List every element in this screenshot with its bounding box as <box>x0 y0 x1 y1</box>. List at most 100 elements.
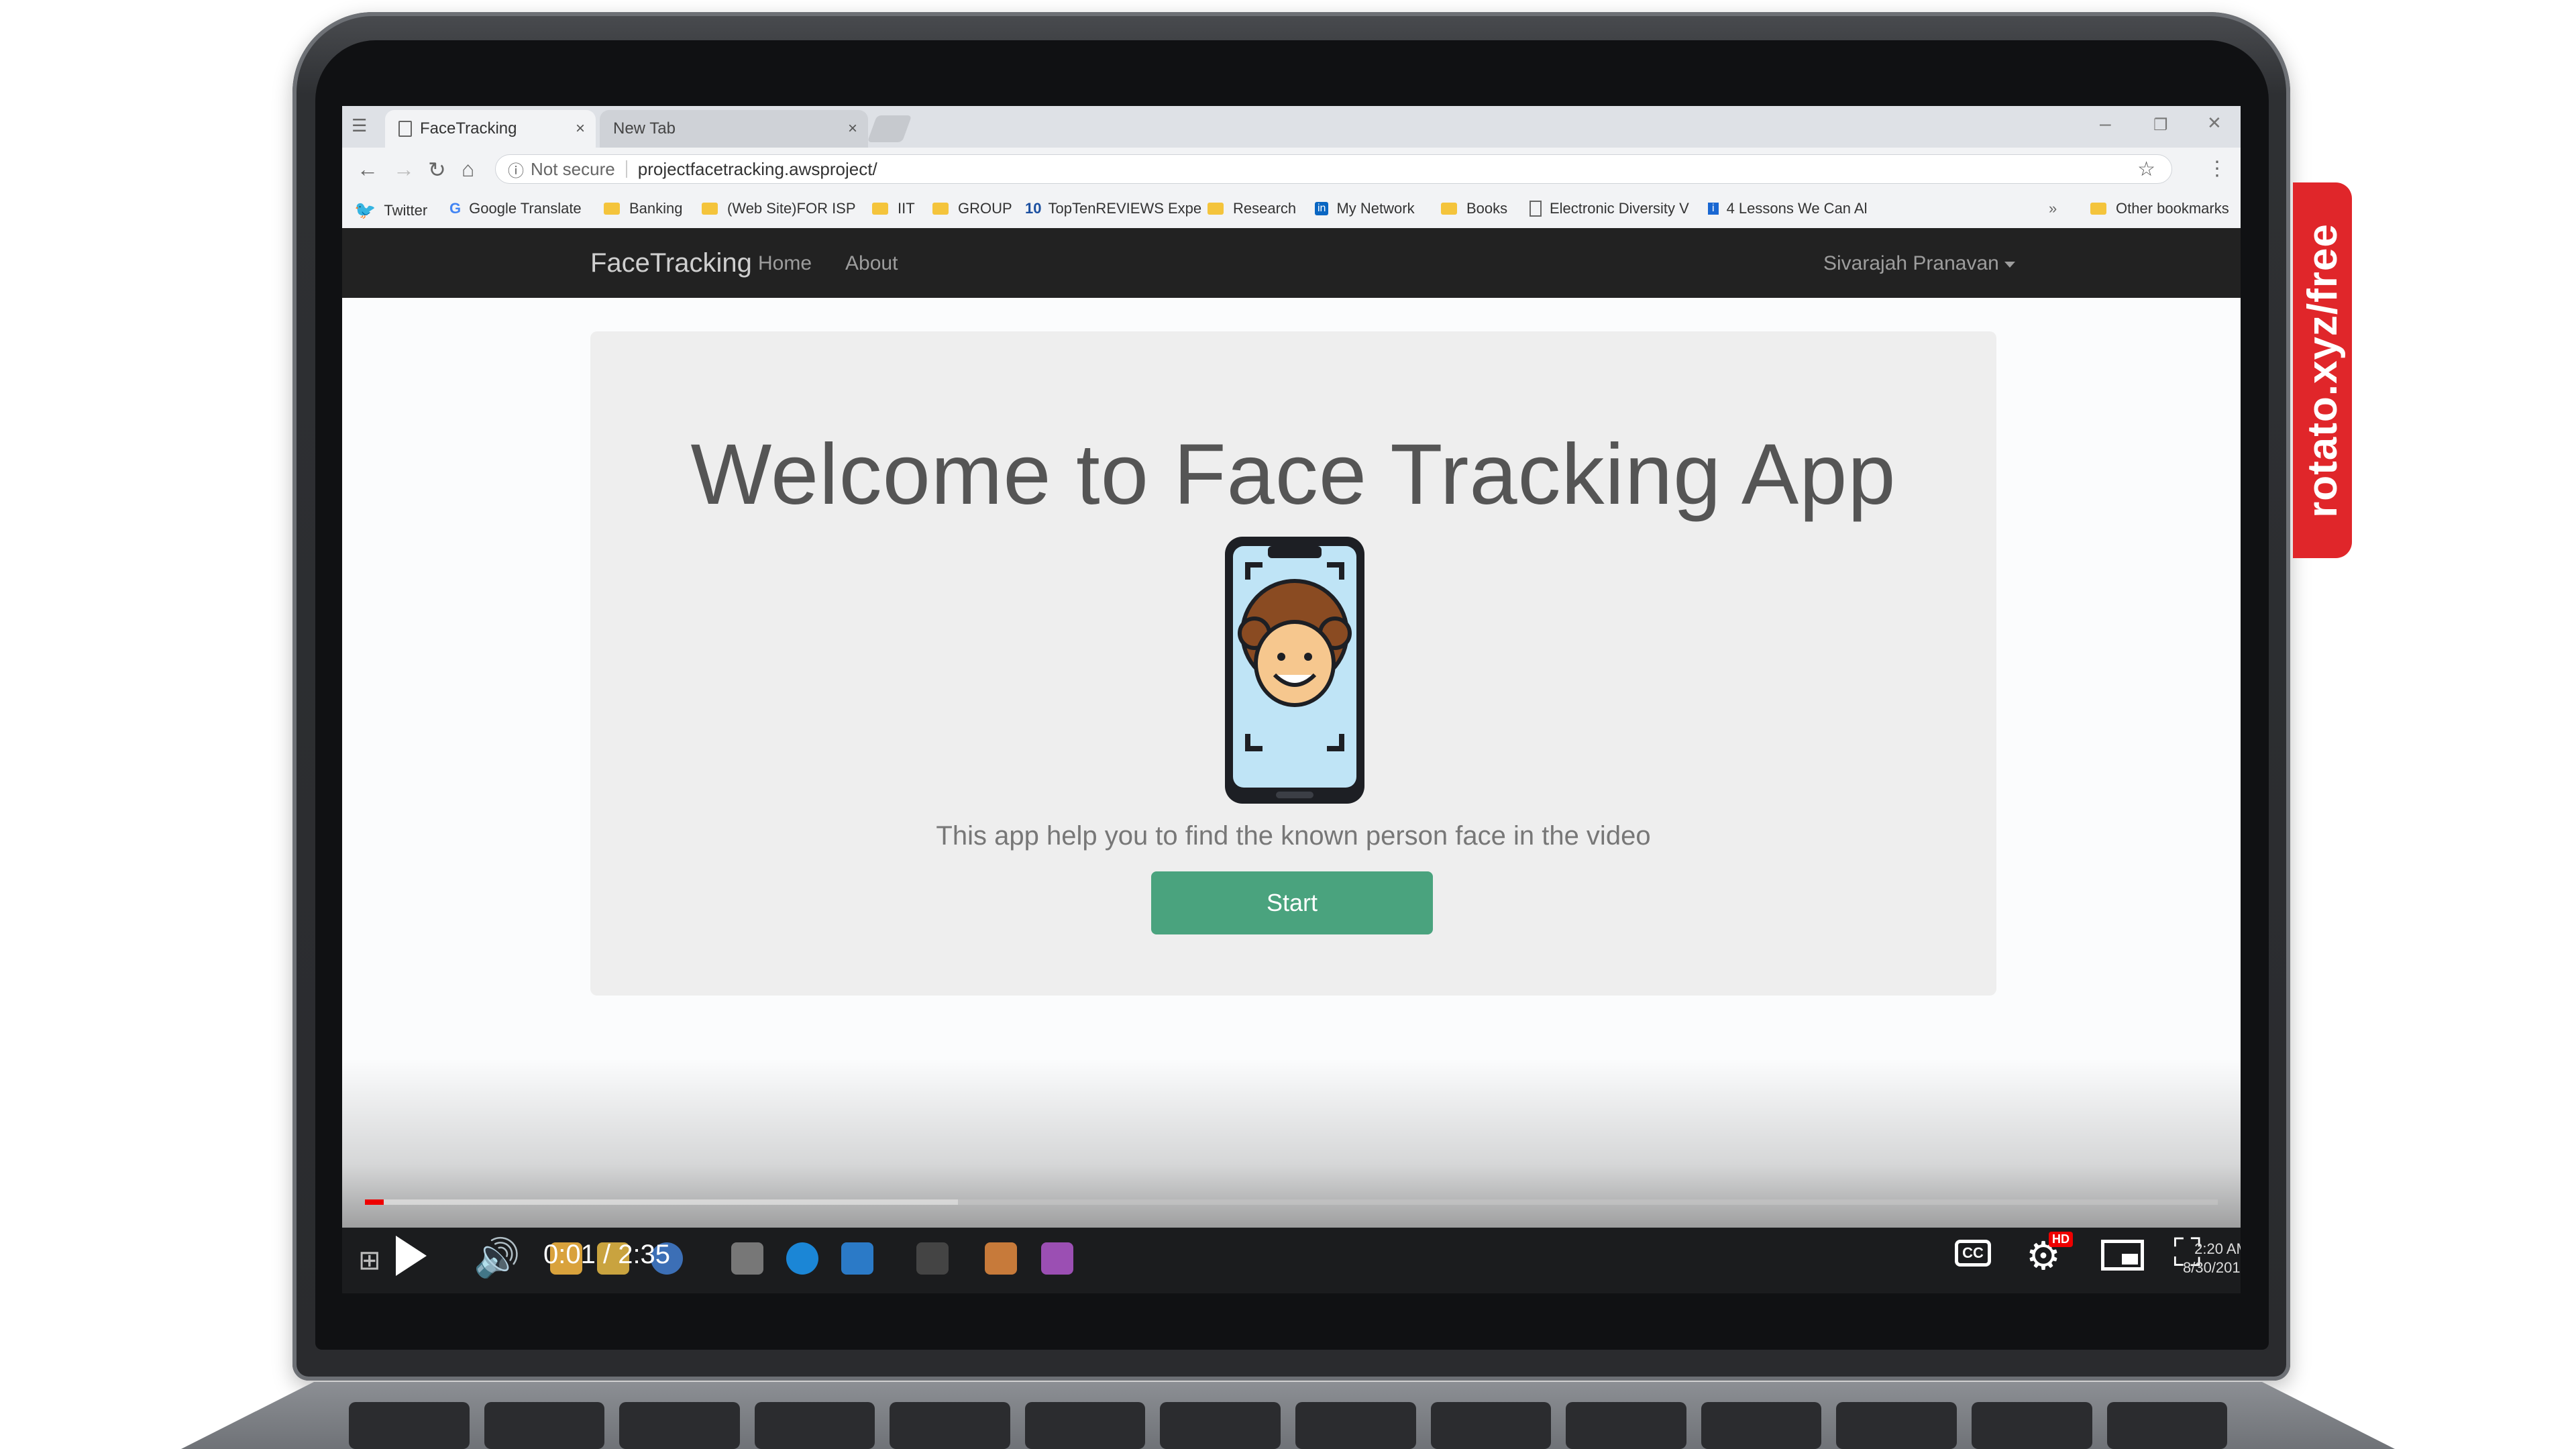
info-icon[interactable]: ⓘ <box>508 158 524 181</box>
volume-icon[interactable]: 🔊 <box>474 1236 521 1280</box>
key <box>1566 1402 1686 1449</box>
bookmark-label: (Web Site)FOR ISP <box>727 200 856 217</box>
bookmark-label: Other bookmarks <box>2116 200 2229 217</box>
bookmark-electronic-diversity[interactable]: Electronic Diversity V <box>1529 200 1689 217</box>
user-name: Sivarajah Pranavan <box>1823 252 1999 274</box>
page-subtitle: This app help you to find the known pers… <box>936 821 1651 851</box>
key <box>619 1402 740 1449</box>
vscode-icon[interactable] <box>841 1242 873 1275</box>
clock-date: 8/30/2018 <box>2183 1259 2241 1276</box>
bookmark-google-translate[interactable]: G Google Translate <box>449 200 582 217</box>
bookmark-label: Books <box>1466 200 1508 217</box>
start-button[interactable]: Start <box>1151 871 1433 934</box>
tab-close-icon[interactable]: × <box>576 119 585 138</box>
site-brand[interactable]: FaceTracking <box>590 248 752 278</box>
mail-icon[interactable] <box>731 1242 763 1275</box>
bookmark-books[interactable]: Books <box>1441 200 1507 217</box>
site-navbar: FaceTracking Home About Sivarajah Pranav… <box>342 228 2241 298</box>
home-icon[interactable]: ⌂ <box>462 157 474 182</box>
bookmark-web-site-for-isp[interactable]: (Web Site)FOR ISP <box>702 200 856 217</box>
key <box>1295 1402 1416 1449</box>
restore-icon[interactable]: ❐ <box>2153 115 2168 135</box>
page-title: Welcome to Face Tracking App <box>690 427 1896 523</box>
bookmark-toptenreviews[interactable]: 10 TopTenREVIEWS Expe <box>1025 200 1201 217</box>
bookmarks-bar: 🐦 Twitter G Google Translate Banking (Web … <box>342 191 2241 229</box>
face-scan-phone-icon <box>1225 537 1364 804</box>
key <box>1701 1402 1822 1449</box>
document-icon <box>1529 201 1542 217</box>
bookmark-group[interactable]: GROUP <box>932 200 1012 217</box>
folder-icon <box>872 203 888 215</box>
bookmark-my-network[interactable]: in My Network <box>1315 200 1415 217</box>
key <box>484 1402 605 1449</box>
folder-icon <box>932 203 949 215</box>
minimize-icon[interactable]: – <box>2100 113 2111 136</box>
play-icon[interactable] <box>396 1236 427 1276</box>
tab-close-icon[interactable]: × <box>848 119 857 138</box>
tab-facetracking[interactable]: FaceTracking × <box>385 110 596 148</box>
bookmark-4-lessons[interactable]: i 4 Lessons We Can Al <box>1708 200 1868 217</box>
url-text[interactable]: projectfacetracking.awsproject/ <box>638 159 877 180</box>
bookmark-label: Twitter <box>384 201 428 219</box>
tab-bar: ☰ FaceTracking × New Tab × – ❐ ✕ <box>342 106 2241 148</box>
video-buffered <box>365 1199 958 1205</box>
bookmark-label: TopTenREVIEWS Expe <box>1048 200 1202 217</box>
taskbar-clock: 2:20 AM 8/30/2018 <box>2183 1240 2241 1277</box>
folder-icon <box>604 203 620 215</box>
bookmark-banking[interactable]: Banking <box>604 200 683 217</box>
nav-link-home[interactable]: Home <box>758 252 812 275</box>
back-arrow-icon[interactable]: ← <box>357 157 378 182</box>
info-icon: i <box>1708 203 1719 215</box>
bookmark-research[interactable]: Research <box>1208 200 1296 217</box>
browser-menu-icon[interactable]: ⋮ <box>2207 157 2227 180</box>
bookmark-other-bookmarks[interactable]: Other bookmarks <box>2090 200 2229 217</box>
folder-icon <box>1208 203 1224 215</box>
key <box>1430 1402 1552 1449</box>
skype-icon[interactable] <box>786 1242 818 1275</box>
bookmark-twitter[interactable]: 🐦 Twitter <box>354 200 427 221</box>
key <box>890 1402 1010 1449</box>
folder-icon <box>1441 203 1457 215</box>
video-played <box>365 1199 384 1205</box>
close-window-icon[interactable]: ✕ <box>2207 113 2222 133</box>
twitter-icon: 🐦 <box>354 200 376 220</box>
bookmark-iit[interactable]: IIT <box>872 200 915 217</box>
linkedin-icon: in <box>1315 202 1329 215</box>
screen: ☰ FaceTracking × New Tab × – ❐ ✕ ← → ↻ ⌂… <box>342 106 2241 1293</box>
miniplayer-icon[interactable] <box>2101 1240 2144 1271</box>
jumbotron: Welcome to Face Tracking App This app he… <box>590 331 1996 996</box>
captions-icon[interactable]: CC <box>1955 1240 1991 1267</box>
bookmark-label: Research <box>1233 200 1297 217</box>
bookmark-label: Banking <box>629 200 683 217</box>
google-translate-icon: G <box>449 200 462 217</box>
rotato-watermark-text: rotato.xyz/free <box>2299 223 2346 518</box>
browser-apps-icon[interactable]: ☰ <box>352 115 367 136</box>
rotato-watermark[interactable]: rotato.xyz/free <box>2293 182 2352 558</box>
key <box>1836 1402 1957 1449</box>
new-tab-button[interactable] <box>867 115 912 142</box>
folder-icon <box>2090 203 2106 215</box>
bookmarks-overflow-icon[interactable]: » <box>2049 200 2057 217</box>
bookmark-star-icon[interactable]: ☆ <box>2137 158 2155 181</box>
clock-time: 2:20 AM <box>2194 1240 2241 1257</box>
key <box>349 1402 470 1449</box>
security-label: Not secure <box>531 158 615 179</box>
hd-badge: HD <box>2049 1232 2073 1247</box>
folder-icon <box>702 203 718 215</box>
forward-arrow-icon[interactable]: → <box>393 157 415 182</box>
user-menu[interactable]: Sivarajah Pranavan <box>1823 252 2015 275</box>
reload-icon[interactable]: ↻ <box>428 157 446 182</box>
bookmark-label: My Network <box>1336 200 1415 217</box>
video-progress-bar[interactable] <box>365 1199 2218 1205</box>
address-bar: ← → ↻ ⌂ ⓘ Not secure projectfacetracking… <box>342 148 2241 191</box>
omnibox[interactable]: ⓘ Not secure projectfacetracking.awsproj… <box>495 154 2172 184</box>
windows-start-icon[interactable]: ⊞ <box>358 1245 381 1276</box>
xampp-icon[interactable] <box>985 1242 1017 1275</box>
visual-studio-icon[interactable] <box>1041 1242 1073 1275</box>
terminal-icon[interactable] <box>916 1242 949 1275</box>
keyboard-row <box>349 1402 2228 1449</box>
tab-new-tab[interactable]: New Tab × <box>600 110 868 148</box>
caret-down-icon <box>2004 261 2015 268</box>
nav-link-about[interactable]: About <box>845 252 898 275</box>
bookmark-label: Electronic Diversity V <box>1550 200 1689 217</box>
